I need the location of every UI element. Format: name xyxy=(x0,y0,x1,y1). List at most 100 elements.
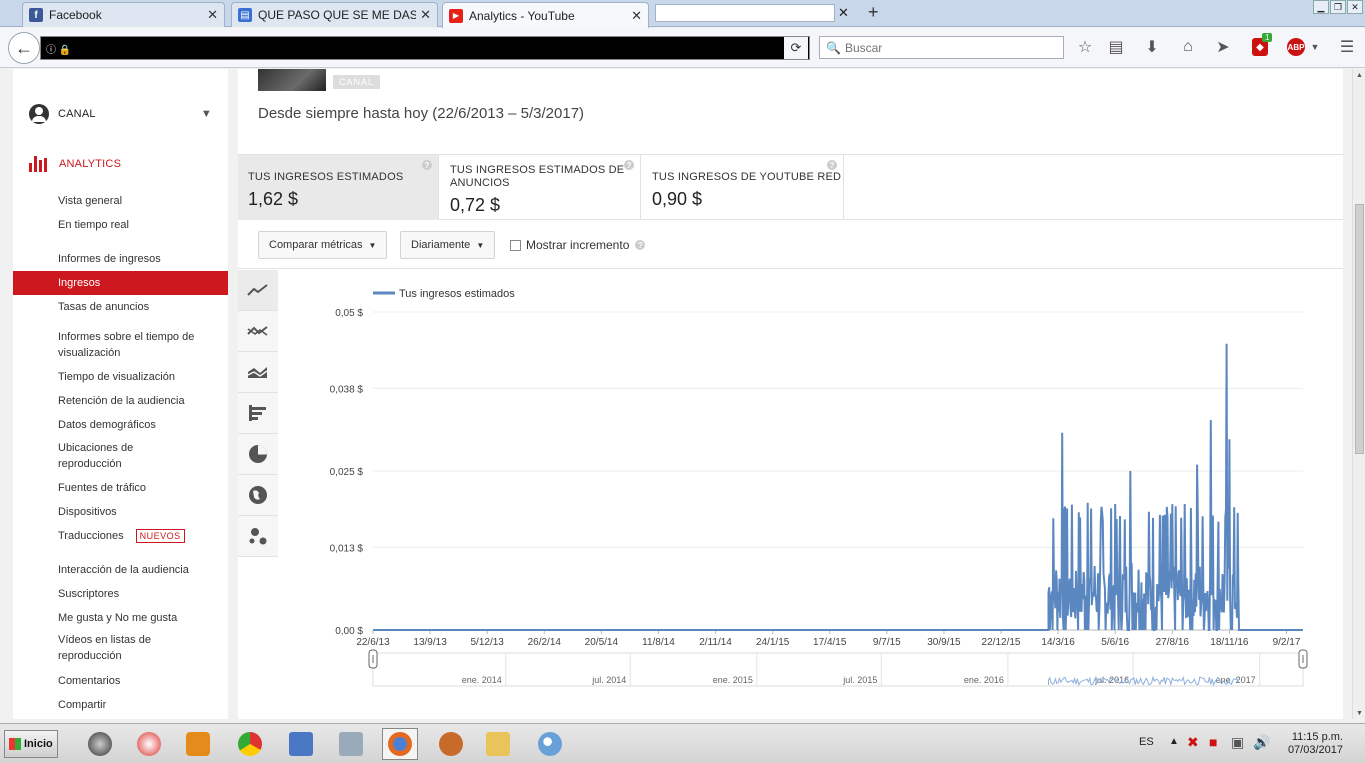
help-icon[interactable]: ? xyxy=(635,240,646,250)
sidebar-item-fuentes-trafico[interactable]: Fuentes de tráfico xyxy=(13,480,228,496)
sidebar-item-vista-general[interactable]: Vista general xyxy=(13,193,228,209)
reading-list-icon[interactable]: ▤ xyxy=(1105,36,1127,58)
sidebar-item-label: Traducciones xyxy=(58,530,124,542)
interval-dropdown[interactable]: Diariamente ▼ xyxy=(400,231,496,259)
sidebar-item-ubicaciones[interactable]: Ubicaciones de reproducción xyxy=(13,440,228,472)
sidebar-analytics[interactable]: ANALYTICS xyxy=(13,153,228,175)
windows-logo-icon xyxy=(9,738,21,750)
sidebar-item-informes-tiempo[interactable]: Informes sobre el tiempo de visualizació… xyxy=(13,329,228,361)
sidebar-item-comentarios[interactable]: Comentarios xyxy=(13,673,228,689)
sidebar-item-compartir[interactable]: Compartir xyxy=(13,697,228,713)
sidebar-item-informes-ingresos[interactable]: Informes de ingresos xyxy=(13,251,228,267)
scroll-thumb[interactable] xyxy=(1355,204,1364,454)
sidebar-item-dispositivos[interactable]: Dispositivos xyxy=(13,504,228,520)
help-icon[interactable]: ? xyxy=(422,160,432,170)
taskbar-app-chrome[interactable] xyxy=(232,728,268,760)
range-navigator[interactable]: ene. 2014 jul. 2014 ene. 2015 jul. 2015 ene.… xyxy=(368,649,1308,687)
new-tab-button[interactable]: + xyxy=(868,2,879,23)
sidebar-item-tiempo-visualizacion[interactable]: Tiempo de visualización xyxy=(13,369,228,385)
menu-icon[interactable]: ☰ xyxy=(1336,36,1358,58)
sidebar-canal[interactable]: CANAL ▼ xyxy=(13,103,228,125)
help-icon[interactable]: ? xyxy=(827,160,837,170)
language-indicator[interactable]: ES xyxy=(1139,736,1154,748)
search-icon: 🔍 xyxy=(826,40,841,55)
sidebar-item-retencion[interactable]: Retención de la audiencia xyxy=(13,393,228,409)
sidebar-canal-label: CANAL xyxy=(58,108,96,120)
download-icon[interactable]: ⬇ xyxy=(1141,36,1163,58)
close-window-icon[interactable]: ✕ xyxy=(1347,0,1363,14)
bookmark-star-icon[interactable]: ☆ xyxy=(1074,36,1096,58)
device-icon[interactable]: ▣ xyxy=(1231,734,1244,751)
series-line-tus-ingresos[interactable] xyxy=(373,343,1303,631)
close-icon[interactable]: ✕ xyxy=(838,5,849,21)
back-button[interactable]: ← xyxy=(8,32,40,64)
notification-badge: 1 xyxy=(1262,33,1273,42)
start-button[interactable]: Inicio xyxy=(4,730,58,758)
tab-analytics-youtube[interactable]: ▶ Analytics - YouTube ✕ xyxy=(442,2,649,28)
sidebar-item-interaccion[interactable]: Interacción de la audiencia xyxy=(13,562,228,578)
url-bar[interactable] xyxy=(40,36,810,60)
sidebar-item-datos-demograficos[interactable]: Datos demográficos xyxy=(13,417,228,433)
sidebar-item-suscriptores[interactable]: Suscriptores xyxy=(13,586,228,602)
show-increment-toggle[interactable]: Mostrar incremento ? xyxy=(510,238,646,252)
legend-label: Tus ingresos estimados xyxy=(399,288,515,300)
help-icon[interactable]: ? xyxy=(624,160,634,170)
minimize-icon[interactable]: ▁ xyxy=(1313,0,1329,14)
chrome-icon xyxy=(238,732,262,756)
channel-thumbnail[interactable] xyxy=(258,69,326,91)
taskbar-app-media-player[interactable] xyxy=(131,728,167,760)
sidebar-item-label: visualización xyxy=(58,347,121,359)
taskbar-app-glove[interactable] xyxy=(433,728,469,760)
clock[interactable]: 11:15 p.m. 07/03/2017 xyxy=(1288,731,1343,757)
tab-facebook[interactable]: f Facebook ✕ xyxy=(22,2,225,27)
close-icon[interactable]: ✕ xyxy=(420,7,431,23)
scroll-down-icon[interactable]: ▼ xyxy=(1353,707,1365,719)
taskbar-app-explorer[interactable] xyxy=(480,728,516,760)
restore-icon[interactable]: ❐ xyxy=(1330,0,1346,14)
taskbar-app-firefox[interactable] xyxy=(382,728,418,760)
taskbar-app-media[interactable] xyxy=(82,728,118,760)
sidebar-item-videos-listas[interactable]: Vídeos en listas de reproducción xyxy=(13,632,228,664)
taskbar-app-player[interactable] xyxy=(180,728,216,760)
antivirus-icon[interactable]: ■ xyxy=(1209,734,1217,750)
y-tick-label: 0,05 $ xyxy=(335,308,363,319)
x-tick-label: 13/9/13 xyxy=(413,637,447,648)
taskbar-app-calculator[interactable] xyxy=(333,728,369,760)
chevron-down-icon[interactable]: ▼ xyxy=(1304,36,1326,58)
tab-que-paso[interactable]: ▤ QUE PASO QUE SE ME DASA... ✕ xyxy=(231,2,438,27)
search-box[interactable]: 🔍 xyxy=(819,36,1064,59)
reload-button[interactable]: ⟳ xyxy=(784,37,808,59)
media-player-icon xyxy=(137,732,161,756)
network-icon[interactable]: ✖ xyxy=(1187,734,1199,751)
revenue-line-chart[interactable]: Tus ingresos estimados 0,00 $ 0,013 $ 0,02… xyxy=(238,270,1343,710)
adblock-icon[interactable]: ABP xyxy=(1287,38,1305,56)
sidebar-item-tiempo-real[interactable]: En tiempo real xyxy=(13,217,228,233)
sidebar-item-traducciones[interactable]: Traducciones NUEVOS xyxy=(13,528,228,544)
sidebar-item-tasas-anuncios[interactable]: Tasas de anuncios xyxy=(13,299,228,315)
compare-metrics-button[interactable]: Comparar métricas ▼ xyxy=(258,231,388,259)
metric-card-youtube-red[interactable]: TUS INGRESOS DE YOUTUBE RED 0,90 $ ? xyxy=(642,155,844,220)
sidebar-item-ingresos[interactable]: Ingresos xyxy=(13,271,228,295)
close-icon[interactable]: ✕ xyxy=(631,8,642,24)
close-icon[interactable]: ✕ xyxy=(207,7,218,23)
browser-tab-bar: f Facebook ✕ ▤ QUE PASO QUE SE ME DASA..… xyxy=(0,0,1365,28)
send-icon[interactable]: ➤ xyxy=(1212,36,1234,58)
sidebar-item-label: Ubicaciones de xyxy=(58,442,134,454)
scroll-up-icon[interactable]: ▲ xyxy=(1353,69,1365,81)
tab-blank[interactable] xyxy=(655,4,835,22)
taskbar-app-computer[interactable] xyxy=(283,728,319,760)
metric-card-anuncios[interactable]: TUS INGRESOS ESTIMADOS DE ANUNCIOS 0,72 $… xyxy=(440,155,641,220)
search-input[interactable] xyxy=(844,40,1055,55)
site-info-icon[interactable]: ⓘ 🔒 xyxy=(46,41,71,56)
checkbox[interactable] xyxy=(510,239,521,251)
chevron-up-icon[interactable]: ▲ xyxy=(1169,736,1179,747)
metric-card-ingresos[interactable]: TUS INGRESOS ESTIMADOS 1,62 $ ? xyxy=(238,155,439,220)
date-range-title[interactable]: Desde siempre hasta hoy (22/6/2013 – 5/3… xyxy=(258,105,584,122)
caret-down-icon: ▼ xyxy=(476,240,485,250)
taskbar-app-paint[interactable] xyxy=(532,728,568,760)
home-icon[interactable]: ⌂ xyxy=(1177,36,1199,58)
page-scrollbar[interactable]: ▲ ▼ xyxy=(1352,69,1365,719)
chat-icon: ▤ xyxy=(238,8,252,22)
volume-icon[interactable]: 🔊 xyxy=(1253,734,1270,751)
sidebar-item-me-gusta[interactable]: Me gusta y No me gusta xyxy=(13,610,228,626)
